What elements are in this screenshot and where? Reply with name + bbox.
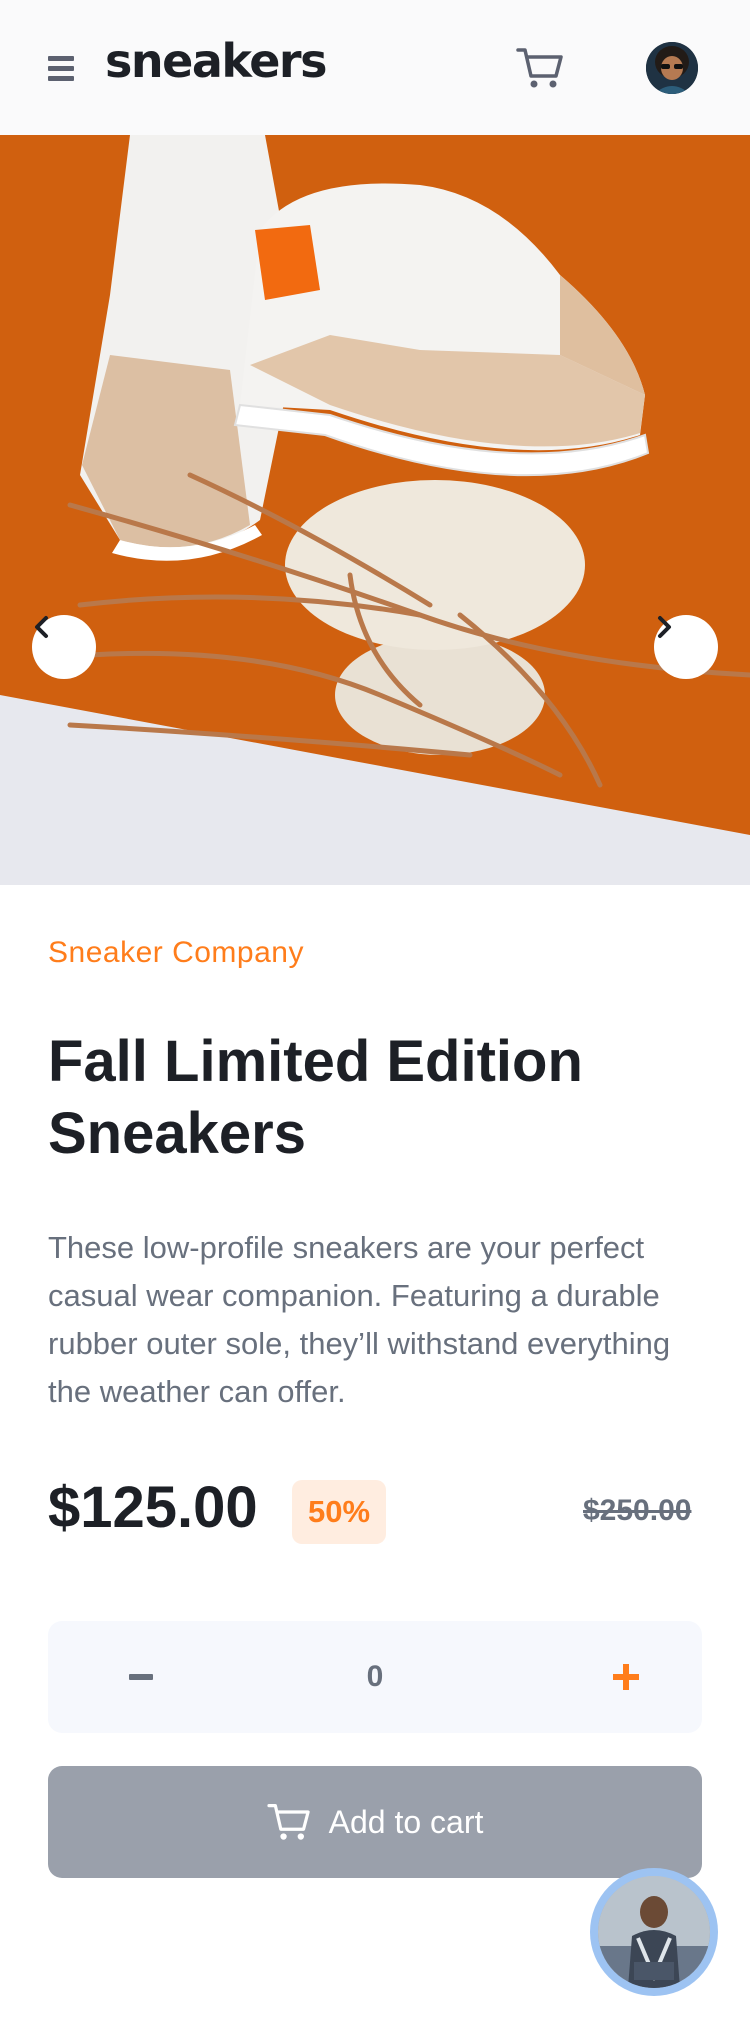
- product-description: These low-profile sneakers are your perf…: [48, 1230, 671, 1409]
- add-to-cart-label: Add to cart: [328, 1803, 484, 1840]
- add-to-cart-button[interactable]: Add to cart: [48, 1766, 702, 1878]
- previous-image-button[interactable]: [32, 615, 96, 679]
- cart-icon: [267, 1804, 310, 1840]
- chevron-left-icon: [35, 616, 48, 638]
- product-title: Fall Limited Edition Sneakers: [48, 1029, 583, 1166]
- minus-icon: [129, 1674, 153, 1680]
- discount-badge: 50%: [292, 1480, 386, 1544]
- current-price: $125.00: [48, 1475, 258, 1540]
- decrease-quantity-button[interactable]: [108, 1621, 174, 1733]
- user-avatar[interactable]: [646, 42, 698, 94]
- increase-quantity-button[interactable]: [593, 1621, 659, 1733]
- menu-icon[interactable]: [48, 56, 74, 82]
- original-price: $250.00: [583, 1494, 692, 1527]
- floating-avatar[interactable]: [590, 1868, 718, 1996]
- floating-avatar-photo: [598, 1876, 710, 1988]
- quantity-value: 0: [366, 1660, 384, 1693]
- product-image: [0, 135, 750, 885]
- next-image-button[interactable]: [654, 615, 718, 679]
- top-header: sneakers: [0, 0, 750, 135]
- company-name: Sneaker Company: [48, 936, 304, 969]
- quantity-stepper: 0: [48, 1621, 702, 1733]
- sneakers-photo: [0, 135, 750, 885]
- brand-logo[interactable]: sneakers: [105, 34, 328, 88]
- cart-icon[interactable]: [516, 46, 564, 90]
- plus-icon-stroke: [623, 1664, 629, 1690]
- chevron-right-icon: [658, 616, 671, 638]
